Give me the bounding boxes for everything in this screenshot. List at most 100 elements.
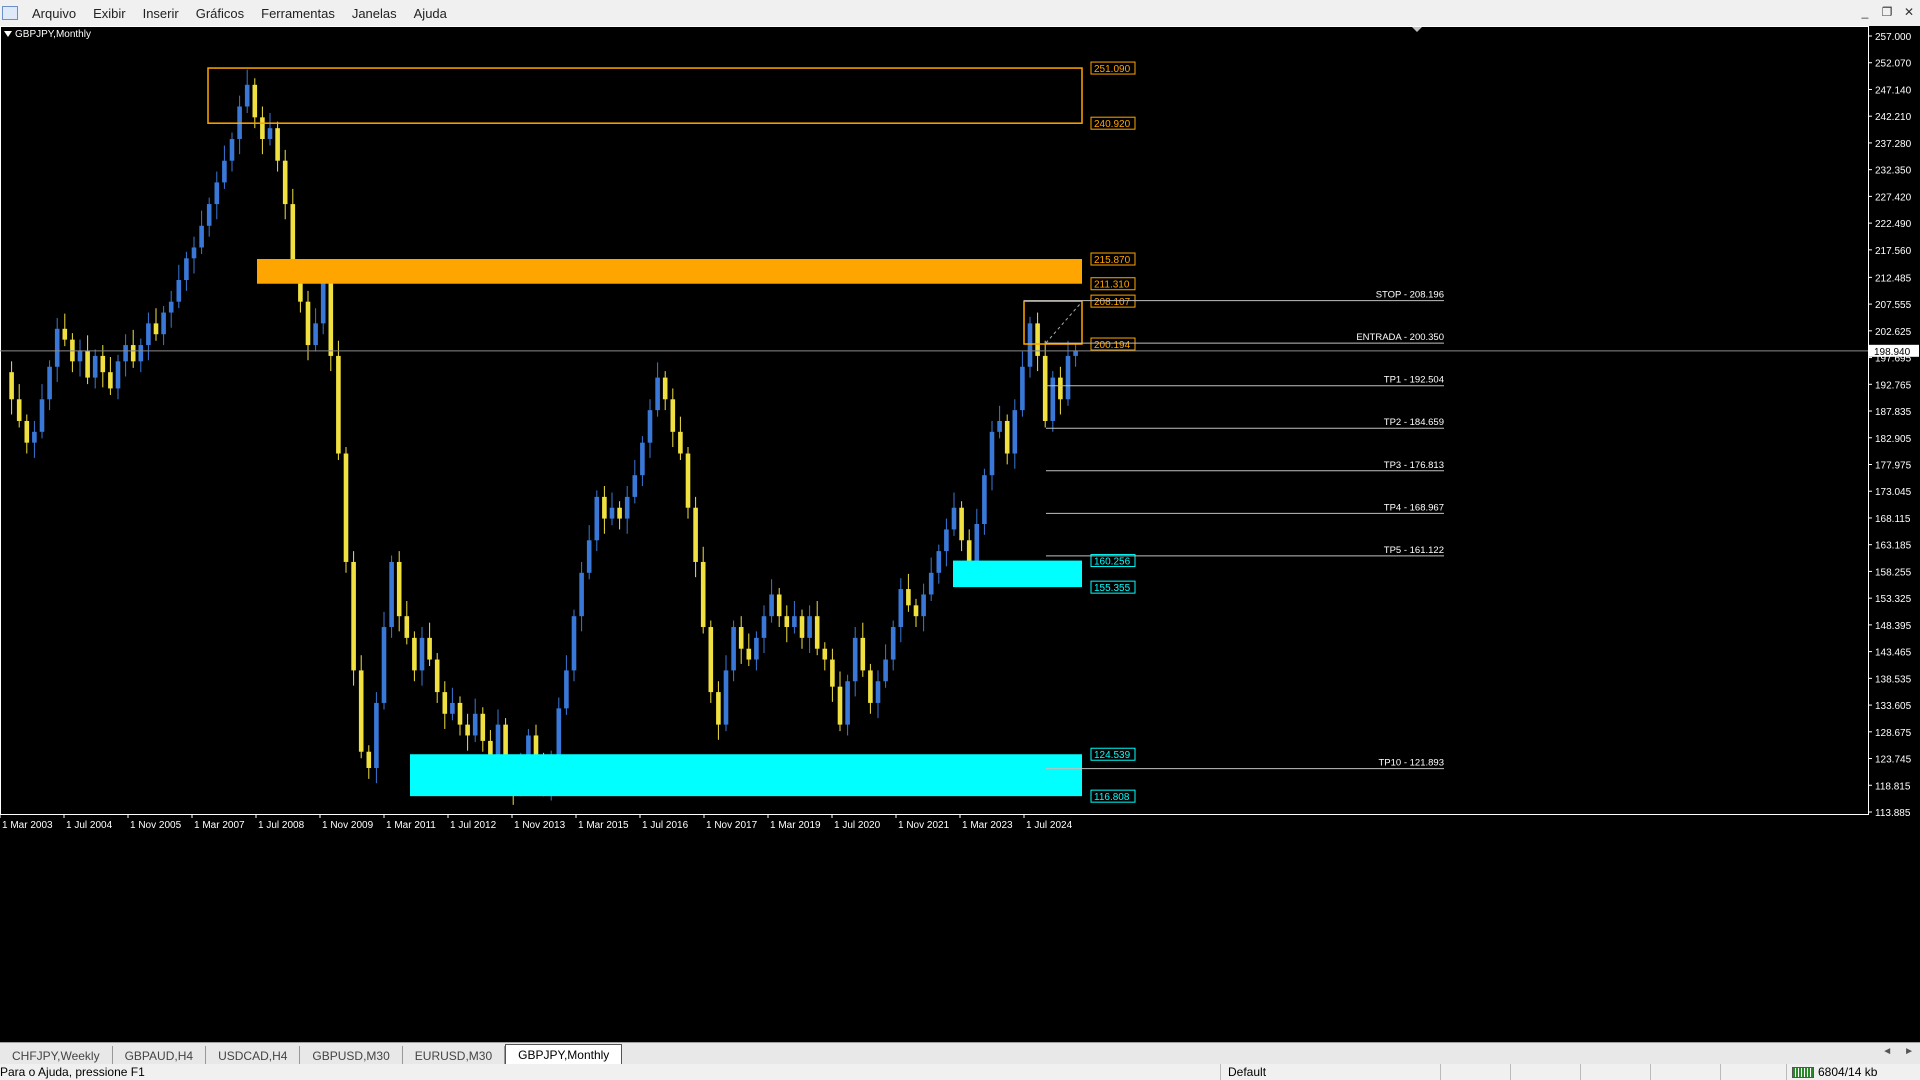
y-axis-label: 133.605 bbox=[1875, 701, 1912, 712]
candle-body bbox=[24, 420, 30, 443]
menu-ajuda[interactable]: Ajuda bbox=[406, 6, 456, 21]
candle-body bbox=[822, 648, 828, 660]
candle-body bbox=[100, 355, 106, 373]
candle-body bbox=[944, 529, 949, 552]
candle-body bbox=[495, 724, 501, 758]
candle-body bbox=[662, 377, 668, 400]
menu-exibir[interactable]: Exibir bbox=[85, 6, 135, 21]
y-axis-label: 138.535 bbox=[1875, 674, 1912, 685]
menu-janelas[interactable]: Janelas bbox=[344, 6, 406, 21]
status-divider bbox=[1220, 1064, 1221, 1080]
candle-body bbox=[776, 594, 782, 617]
y-axis-label: 212.485 bbox=[1875, 273, 1912, 284]
tab-gbpusd-m30[interactable]: GBPUSD,M30 bbox=[300, 1046, 403, 1065]
zone-price-label: 215.870 bbox=[1094, 255, 1131, 266]
candle-body bbox=[146, 323, 151, 346]
connection-bars-icon bbox=[1792, 1066, 1814, 1078]
candle-body bbox=[336, 355, 341, 454]
candle-body bbox=[206, 204, 212, 226]
candle-body bbox=[792, 616, 797, 628]
tab-prev-icon[interactable]: ◄ bbox=[1882, 1046, 1892, 1057]
candle-body bbox=[282, 160, 288, 205]
y-axis-label: 207.555 bbox=[1875, 300, 1912, 311]
chart-window[interactable]: 257.000 252.070 247.140 242.210 237.280 232.3… bbox=[0, 26, 1920, 1042]
candle-body bbox=[617, 507, 622, 519]
status-divider bbox=[1580, 1064, 1581, 1080]
x-axis-label: 1 Jul 2020 bbox=[834, 820, 881, 831]
x-axis-label: 1 Mar 2003 bbox=[2, 820, 53, 831]
x-axis-label: 1 Nov 2009 bbox=[322, 820, 374, 831]
candle-body bbox=[678, 431, 683, 454]
tab-gbpaud-h4[interactable]: GBPAUD,H4 bbox=[113, 1046, 207, 1065]
candle-body bbox=[898, 589, 904, 628]
zone-price-label: 251.090 bbox=[1094, 64, 1131, 75]
candle-body bbox=[214, 182, 220, 205]
candle-body bbox=[716, 692, 721, 725]
status-divider bbox=[1650, 1064, 1651, 1080]
candle-body bbox=[1004, 420, 1010, 454]
candle-body bbox=[184, 258, 189, 280]
y-axis-label: 247.140 bbox=[1875, 85, 1912, 96]
y-axis-label: 177.975 bbox=[1875, 460, 1912, 471]
y-axis-label: 232.350 bbox=[1875, 166, 1912, 177]
collapse-triangle-icon[interactable] bbox=[4, 31, 12, 38]
menu-inserir[interactable]: Inserir bbox=[135, 6, 188, 21]
tab-usdcad-h4[interactable]: USDCAD,H4 bbox=[206, 1046, 301, 1065]
y-axis-label: 237.280 bbox=[1875, 139, 1912, 150]
y-axis-label: 182.905 bbox=[1875, 434, 1912, 445]
level-label: TP5 - 161.122 bbox=[1384, 545, 1444, 556]
tab-gbpjpy-monthly[interactable]: GBPJPY,Monthly bbox=[505, 1044, 623, 1065]
candle-body bbox=[731, 627, 736, 671]
candle-body bbox=[244, 84, 250, 107]
candle-body bbox=[313, 323, 318, 346]
candle-body bbox=[130, 345, 136, 362]
chart-symbol-label[interactable]: GBPJPY,Monthly bbox=[4, 29, 91, 40]
status-help-text: Para o Ajuda, pressione F1 bbox=[0, 1065, 145, 1079]
candle-body bbox=[746, 648, 752, 660]
candle-body bbox=[123, 345, 128, 362]
candle-body bbox=[1020, 366, 1025, 411]
close-icon[interactable]: ✕ bbox=[1902, 5, 1916, 19]
menu-ferramentas[interactable]: Ferramentas bbox=[253, 6, 344, 21]
candle-body bbox=[450, 702, 455, 714]
menu-arquivo[interactable]: Arquivo bbox=[24, 6, 85, 21]
candle-body bbox=[1042, 355, 1048, 421]
tab-next-icon[interactable]: ► bbox=[1904, 1046, 1914, 1057]
candle-body bbox=[571, 616, 577, 671]
restore-icon[interactable]: ❐ bbox=[1880, 5, 1894, 19]
candle-body bbox=[381, 627, 387, 703]
level-label: TP10 - 121.893 bbox=[1379, 758, 1445, 769]
candle-body bbox=[191, 247, 197, 259]
app-icon[interactable] bbox=[2, 6, 18, 20]
x-axis-label: 1 Jul 2008 bbox=[258, 820, 305, 831]
candle-body bbox=[640, 442, 645, 476]
candle-body bbox=[351, 561, 356, 671]
candle-body bbox=[913, 605, 919, 617]
candle-body bbox=[77, 350, 83, 362]
y-axis-label: 187.835 bbox=[1875, 407, 1912, 418]
price-zone bbox=[257, 259, 1082, 284]
zone-price-label: 240.920 bbox=[1094, 119, 1131, 130]
candle-body bbox=[1058, 377, 1063, 400]
candle-body bbox=[754, 637, 759, 660]
candle-body bbox=[374, 702, 379, 768]
price-chart[interactable]: 257.000 252.070 247.140 242.210 237.280 232.3… bbox=[0, 26, 1920, 1042]
candle-body bbox=[602, 496, 607, 519]
tab-eurusd-m30[interactable]: EURUSD,M30 bbox=[403, 1046, 506, 1065]
tab-chfjpy-weekly[interactable]: CHFJPY,Weekly bbox=[0, 1046, 113, 1065]
y-axis-label: 158.255 bbox=[1875, 567, 1912, 578]
candle-body bbox=[176, 279, 182, 302]
candle-body bbox=[883, 659, 888, 682]
x-axis-label: 1 Jul 2024 bbox=[1026, 820, 1073, 831]
candle-body bbox=[108, 372, 113, 389]
candle-body bbox=[685, 453, 691, 508]
candle-body bbox=[305, 301, 311, 346]
minimize-icon[interactable]: _ bbox=[1858, 5, 1872, 19]
candle-body bbox=[427, 637, 432, 660]
menu-graficos[interactable]: Gráficos bbox=[188, 6, 253, 21]
y-axis-label: 242.210 bbox=[1875, 112, 1912, 123]
candle-body bbox=[267, 128, 273, 140]
candle-body bbox=[366, 751, 372, 768]
candle-body bbox=[799, 616, 805, 638]
candle-body bbox=[579, 572, 584, 617]
